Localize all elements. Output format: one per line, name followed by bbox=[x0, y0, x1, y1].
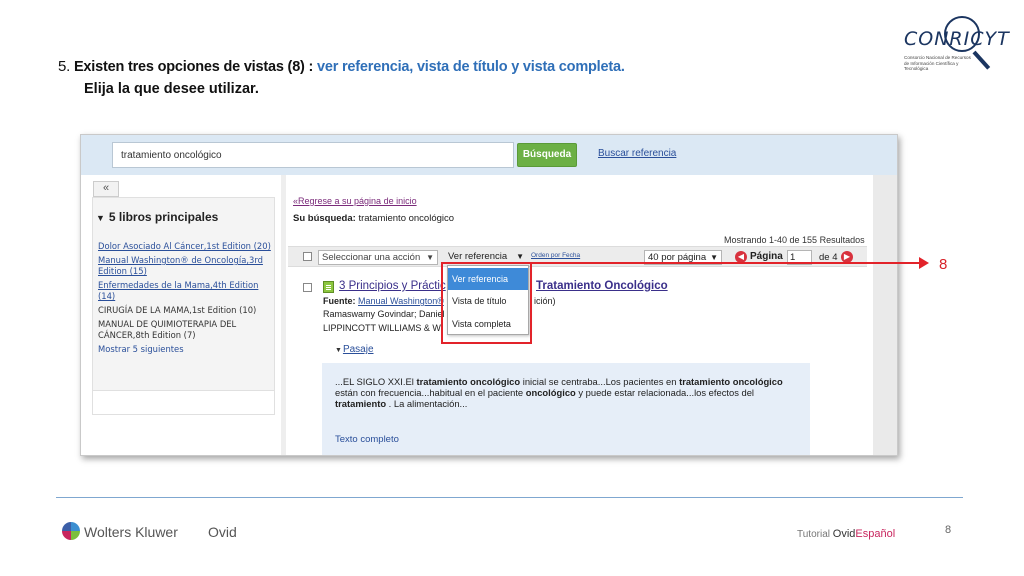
heading-line-2: Elija la que desee utilizar. bbox=[84, 81, 259, 97]
conricyt-logo: CONRICYT Consorcio Nacional de Recursos … bbox=[900, 12, 1009, 78]
tutorial-label: Tutorial OvidEspañol bbox=[797, 528, 895, 540]
slide-heading: 5. Existen tres opciones de vistas (8) :… bbox=[58, 58, 625, 97]
sidebar-title[interactable]: ▼ 5 libros principales bbox=[96, 210, 218, 224]
show-more-link[interactable]: Mostrar 5 siguientes bbox=[98, 344, 274, 355]
wolters-kluwer-logo-icon bbox=[62, 522, 80, 540]
back-to-home-link[interactable]: «Regrese a su página de inicio bbox=[293, 196, 417, 206]
heading-highlight: ver referencia, vista de título y vista … bbox=[316, 59, 625, 75]
sidebar-footer bbox=[93, 390, 274, 414]
sidebar-title-label: 5 libros principales bbox=[108, 210, 219, 224]
results-count: Mostrando 1-40 de 155 Resultados bbox=[724, 235, 865, 245]
magnifier-handle bbox=[972, 50, 991, 70]
your-search-value: tratamiento oncológico bbox=[355, 213, 455, 224]
brand-name: Wolters Kluwer bbox=[84, 524, 178, 540]
sidebar-book-list: Dolor Asociado Al Cáncer,1st Edition (20… bbox=[98, 241, 274, 358]
triangle-down-icon: ▼ bbox=[96, 213, 105, 223]
source-tail: ición) bbox=[534, 296, 556, 306]
source-link[interactable]: Manual Washington® bbox=[358, 296, 444, 306]
tutorial-language: Español bbox=[855, 528, 896, 540]
find-citation-link[interactable]: Buscar referencia bbox=[598, 148, 676, 159]
step-number: 5. bbox=[58, 58, 71, 75]
highlight-box bbox=[441, 262, 532, 344]
excerpt-keyword: oncológico bbox=[525, 387, 576, 398]
callout-line bbox=[532, 262, 923, 264]
passage-label: Pasaje bbox=[342, 344, 374, 355]
excerpt-text: ...EL SIGLO XXI.El tratamiento oncológic… bbox=[335, 376, 805, 409]
product-name: Ovid bbox=[208, 524, 237, 540]
result-source: Fuente: Manual Washington® bbox=[323, 296, 444, 306]
sidebar-item-book[interactable]: CIRUGÍA DE LA MAMA,1st Edition (10) bbox=[98, 305, 274, 316]
chevron-down-icon: ▼ bbox=[426, 253, 434, 262]
triangle-down-icon: ▼ bbox=[335, 347, 342, 354]
book-chapter-icon bbox=[323, 281, 334, 293]
select-action-dropdown[interactable]: Seleccionar una acción ▼ bbox=[318, 250, 438, 265]
sidebar-item-book[interactable]: Dolor Asociado Al Cáncer,1st Edition (20… bbox=[98, 241, 274, 252]
excerpt-fragment: ...EL SIGLO XXI.El bbox=[335, 376, 417, 387]
search-input[interactable]: tratamiento oncológico bbox=[112, 142, 514, 168]
heading-line-1: 5. Existen tres opciones de vistas (8) :… bbox=[58, 58, 625, 75]
sidebar: ▼ 5 libros principales Dolor Asociado Al … bbox=[92, 197, 275, 415]
footer-divider bbox=[56, 497, 963, 498]
tutorial-ovid: Ovid bbox=[832, 528, 856, 540]
result-checkbox[interactable] bbox=[303, 283, 312, 292]
result-publisher: LIPPINCOTT WILLIAMS & W bbox=[323, 323, 441, 333]
tutorial-word: Tutorial bbox=[797, 529, 830, 540]
passage-excerpt: ...EL SIGLO XXI.El tratamiento oncológic… bbox=[322, 363, 810, 455]
arrow-right-icon bbox=[919, 257, 929, 269]
page-number: 8 bbox=[945, 524, 952, 536]
source-label: Fuente: bbox=[323, 296, 356, 306]
search-button[interactable]: Búsqueda bbox=[517, 143, 577, 167]
collapse-sidebar-button[interactable]: « bbox=[93, 181, 119, 197]
callout-number: 8 bbox=[939, 256, 948, 273]
page-label: Página bbox=[750, 251, 783, 262]
view-select-label: Ver referencia bbox=[448, 251, 508, 262]
search-bar: tratamiento oncológico Búsqueda Buscar r… bbox=[81, 135, 897, 175]
excerpt-fragment: están con frecuencia...habitual en el pa… bbox=[335, 387, 526, 398]
heading-text: Existen tres opciones de vistas (8) : bbox=[70, 59, 317, 75]
excerpt-fragment: inicial se centraba...Los pacientes en bbox=[520, 376, 680, 387]
column-divider bbox=[281, 175, 286, 455]
excerpt-keyword: tratamiento bbox=[335, 398, 387, 409]
sidebar-item-book[interactable]: Manual Washington® de Oncología,3rd Edit… bbox=[98, 255, 274, 277]
select-action-label: Seleccionar una acción bbox=[322, 252, 421, 263]
result-title-link[interactable]: 3 Principios y Práctic bbox=[339, 280, 446, 292]
excerpt-keyword: tratamiento oncológico bbox=[679, 376, 783, 387]
select-all-checkbox[interactable] bbox=[303, 252, 312, 261]
logo-subtitle: Consorcio Nacional de Recursos de Inform… bbox=[904, 55, 971, 71]
your-search-label: Su búsqueda: bbox=[293, 213, 356, 224]
excerpt-fragment: . La alimentación... bbox=[386, 398, 468, 409]
right-rail bbox=[873, 175, 897, 455]
passage-toggle[interactable]: ▼Pasaje bbox=[335, 344, 374, 355]
full-text-link[interactable]: Texto completo bbox=[335, 434, 399, 445]
sidebar-item-book[interactable]: MANUAL DE QUIMIOTERAPIA DEL CÁNCER,8th E… bbox=[98, 319, 274, 341]
logo-wordmark: CONRICYT bbox=[904, 28, 1010, 50]
excerpt-keyword: tratamiento oncológico bbox=[416, 376, 521, 387]
sort-by-date-link[interactable]: Orden por Fecha bbox=[531, 252, 580, 259]
sidebar-item-book[interactable]: Enfermedades de la Mama,4th Edition (14) bbox=[98, 280, 274, 302]
excerpt-fragment: y puede estar relacionada...los efectos … bbox=[575, 387, 755, 398]
your-search-summary: Su búsqueda: tratamiento oncológico bbox=[293, 213, 454, 224]
result-title-link-end[interactable]: Tratamiento Oncológico bbox=[536, 280, 668, 292]
result-authors: Ramaswamy Govindar; Daniel bbox=[323, 309, 445, 319]
